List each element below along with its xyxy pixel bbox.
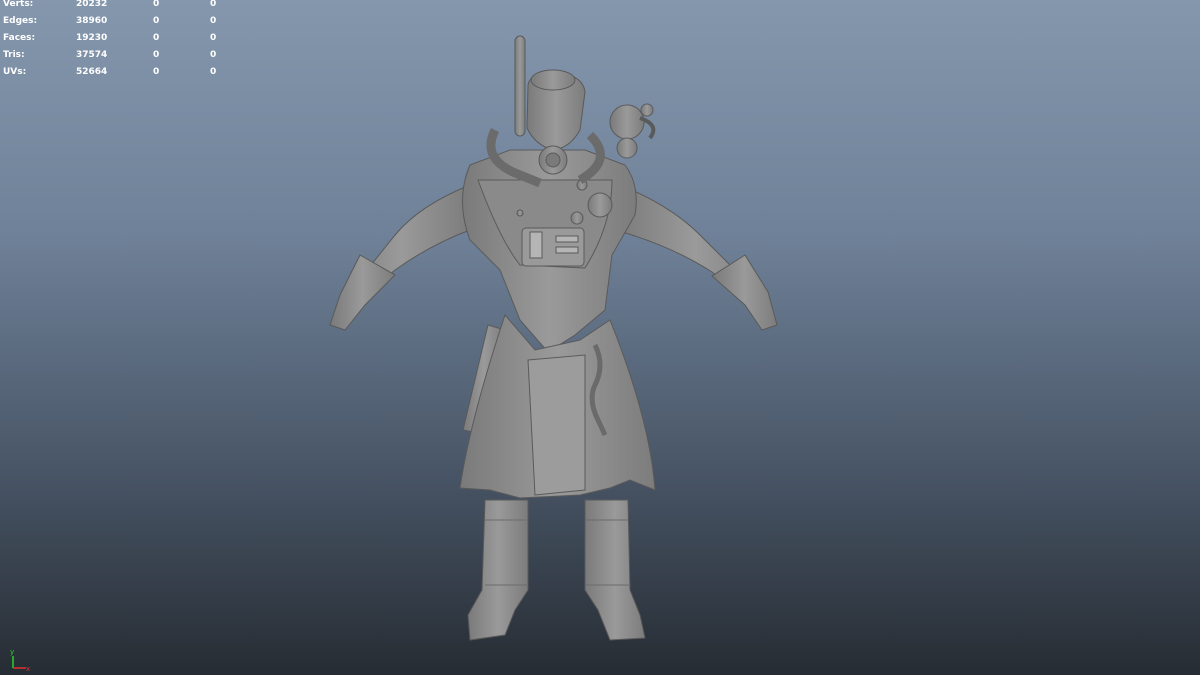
axis-y-label: y [10, 648, 14, 656]
viewport-3d[interactable]: Verts: 20232 0 0 Edges: 38960 0 0 Faces:… [0, 0, 1200, 675]
backpack-tank [609, 103, 656, 159]
axis-gizmo: y x [10, 648, 30, 672]
character-model[interactable] [0, 0, 1200, 675]
chest-gauge [587, 192, 613, 218]
antenna-pipe [514, 35, 526, 137]
right-boot [584, 499, 646, 641]
axis-x-label: x [26, 665, 30, 672]
left-boot [467, 499, 529, 641]
